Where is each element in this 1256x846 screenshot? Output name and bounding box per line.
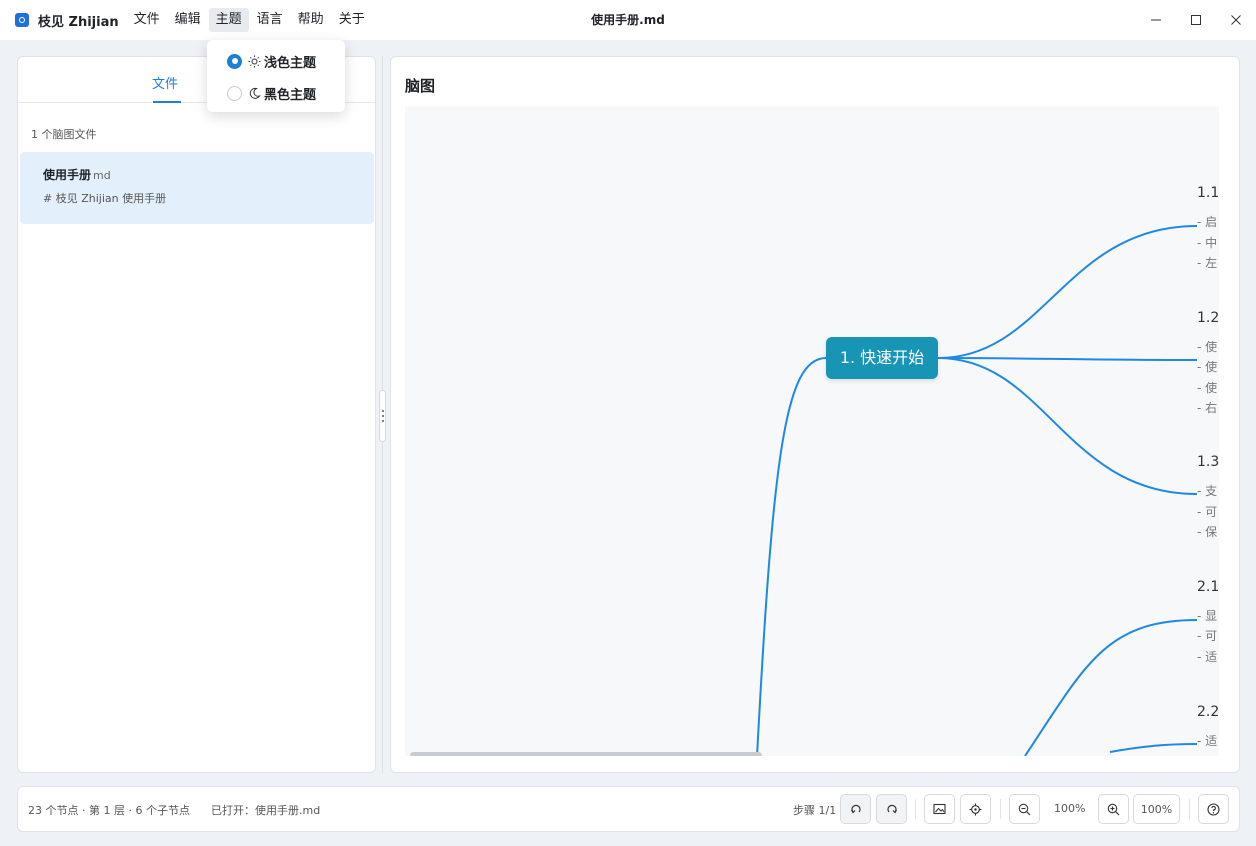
theme-option-light-label: 浅色主题 — [264, 55, 317, 71]
node-line: - 中 — [1197, 236, 1218, 250]
opened-file: 已打开：使用手册.md — [211, 804, 321, 817]
node-line: - 启 — [1197, 215, 1218, 229]
reset-zoom-button[interactable]: 100% — [1133, 794, 1180, 824]
node-line: - 显 — [1197, 609, 1218, 623]
file-sidebar: 文件 1 个脑图文件 使用手册 md # 枝见 Zhijian 使用手册 — [17, 56, 376, 773]
tab-underline — [153, 101, 181, 103]
close-button[interactable] — [1216, 0, 1256, 40]
menu-theme[interactable]: 主题 — [208, 8, 249, 32]
node-line: - 保 — [1197, 525, 1218, 539]
node-line: - 右 — [1197, 401, 1218, 415]
root-node[interactable]: 1. 快速开始 — [826, 337, 938, 379]
minimize-icon — [1151, 19, 1161, 21]
zoom-out-button[interactable] — [1009, 794, 1040, 824]
zoom-in-button[interactable] — [1098, 794, 1129, 824]
redo-button[interactable] — [876, 794, 907, 824]
moon-icon — [247, 86, 261, 100]
sun-icon — [247, 54, 261, 68]
node-line: - 支 — [1197, 484, 1218, 498]
child-node-1-2[interactable]: 1.2 — [1197, 310, 1219, 326]
node-stats: 23 个节点 · 第 1 层 · 6 个子节点 — [28, 804, 190, 817]
node-line: - 适 — [1197, 734, 1218, 748]
node-line: - 适 — [1197, 650, 1218, 664]
node-line: - 左 — [1197, 256, 1218, 270]
file-name: 使用手册 — [43, 168, 92, 182]
edge-2-1 — [1024, 619, 1198, 756]
help-button[interactable] — [1198, 794, 1229, 824]
theme-option-dark[interactable]: 黑色主题 — [227, 83, 316, 103]
child-node-2-1[interactable]: 2.1 — [1197, 579, 1219, 595]
maximize-button[interactable] — [1176, 0, 1216, 40]
tab-files[interactable]: 文件 — [152, 73, 178, 92]
undo-button[interactable] — [840, 794, 871, 824]
node-line: - 使 — [1197, 360, 1218, 374]
node-line: - 可 — [1197, 629, 1218, 643]
zoom-in-icon — [1107, 803, 1120, 815]
image-icon — [933, 803, 946, 815]
child-node-1-3[interactable]: 1.3 — [1197, 454, 1219, 470]
horizontal-scrollbar[interactable] — [410, 752, 762, 756]
splitter-handle[interactable] — [379, 390, 386, 442]
locate-button[interactable] — [960, 794, 991, 824]
node-line: - 可 — [1197, 505, 1218, 519]
help-icon — [1207, 802, 1220, 816]
theme-option-dark-label: 黑色主题 — [264, 87, 317, 103]
node-line: - 使 — [1197, 340, 1218, 354]
edge-2-2 — [1109, 743, 1198, 753]
panel-title: 脑图 — [405, 77, 436, 95]
mindmap-panel: 脑图 1. 快速开始 1.1 - 启 - 中 - 左 1.2 - 使 - 使 -… — [390, 56, 1240, 773]
undo-icon — [850, 804, 861, 814]
theme-dropdown: 浅色主题 黑色主题 — [207, 40, 345, 112]
redo-icon — [886, 804, 897, 814]
close-icon — [1231, 15, 1241, 25]
file-count: 1 个脑图文件 — [31, 128, 97, 141]
mindmap-edges — [756, 225, 1198, 756]
zoom-level: 100% — [1054, 802, 1086, 815]
menu-about[interactable]: 关于 — [332, 8, 372, 32]
title-bar: 枝见 Zhijian 文件 编辑 主题 语言 帮助 关于 使用手册.md — [0, 0, 1256, 40]
menu-bar: 文件 编辑 主题 语言 帮助 关于 — [127, 8, 373, 32]
minimize-button[interactable] — [1136, 0, 1176, 40]
theme-option-light[interactable]: 浅色主题 — [227, 51, 316, 71]
step-indicator: 步骤 1/1 — [793, 804, 837, 817]
node-line: - 使 — [1197, 381, 1218, 395]
edge-1-1 — [937, 225, 1198, 359]
menu-file[interactable]: 文件 — [127, 8, 167, 32]
zoom-out-icon — [1018, 803, 1031, 815]
file-preview: # 枝见 Zhijian 使用手册 — [43, 192, 167, 205]
status-bar: 23 个节点 · 第 1 层 · 6 个子节点 已打开：使用手册.md 步骤 1… — [17, 786, 1240, 832]
app-name: 枝见 Zhijian — [38, 14, 119, 30]
locate-icon — [969, 803, 982, 815]
edge-1-2 — [937, 357, 1198, 361]
mindmap-canvas[interactable]: 1. 快速开始 1.1 - 启 - 中 - 左 1.2 - 使 - 使 - 使 … — [405, 106, 1219, 756]
child-node-1-1[interactable]: 1.1 — [1197, 185, 1219, 201]
export-image-button[interactable] — [924, 794, 955, 824]
radio-unselected-icon — [227, 85, 242, 101]
edge-1-3 — [937, 357, 1198, 495]
maximize-icon — [1191, 15, 1201, 25]
file-ext: md — [93, 169, 111, 182]
edge-root-parent — [756, 357, 827, 756]
file-list-item[interactable]: 使用手册 md # 枝见 Zhijian 使用手册 — [20, 152, 374, 224]
radio-selected-icon — [227, 53, 242, 69]
menu-edit[interactable]: 编辑 — [168, 8, 208, 32]
menu-language[interactable]: 语言 — [250, 8, 290, 32]
menu-help[interactable]: 帮助 — [291, 8, 331, 32]
child-node-2-2[interactable]: 2.2 — [1197, 704, 1219, 720]
app-logo-icon — [15, 13, 29, 27]
